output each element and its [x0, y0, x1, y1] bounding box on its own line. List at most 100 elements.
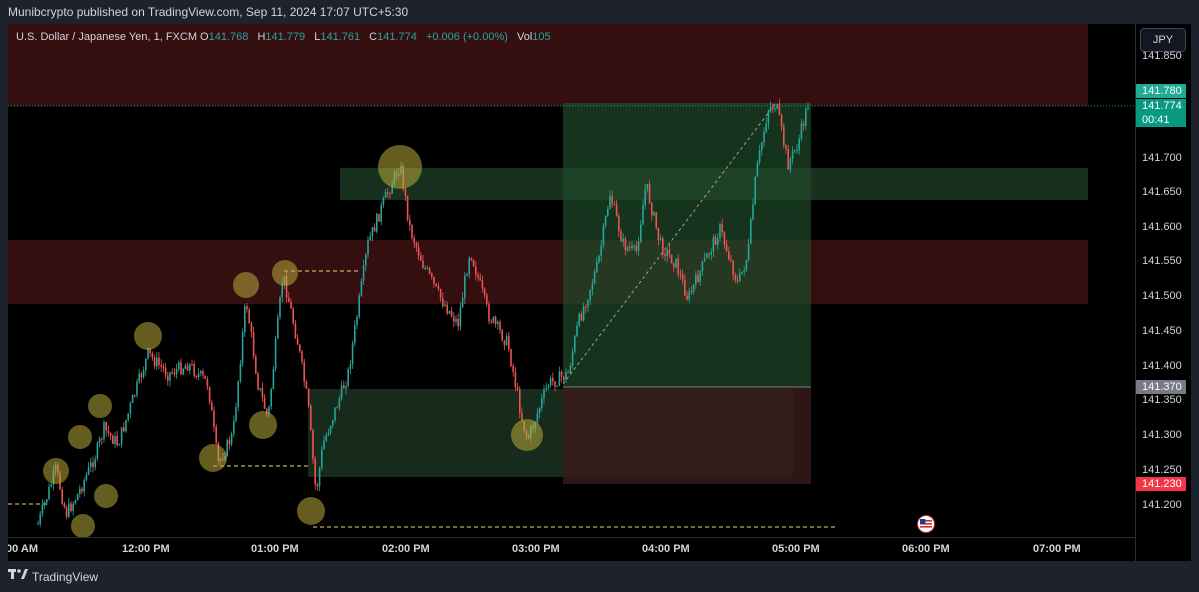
- candle-body: [41, 504, 44, 514]
- candle-body: [461, 298, 464, 308]
- candle-body: [329, 425, 332, 433]
- candle-body: [257, 373, 259, 390]
- candle-body: [312, 430, 314, 460]
- candle-body: [644, 189, 646, 206]
- candle-body: [178, 362, 180, 369]
- candle-body: [712, 237, 715, 252]
- candle-body: [618, 216, 620, 232]
- candle-body: [761, 142, 763, 151]
- candle-body: [426, 267, 429, 269]
- candle-body: [789, 158, 792, 170]
- candle-body: [173, 372, 176, 375]
- candle-body: [576, 325, 578, 337]
- candle-body: [699, 271, 701, 283]
- candle-body: [332, 420, 334, 426]
- candle-body: [631, 245, 633, 249]
- candle-body: [756, 162, 759, 177]
- candle-body: [404, 188, 407, 196]
- candle-body: [90, 462, 92, 467]
- candle-body: [752, 204, 754, 220]
- candle-body: [483, 288, 486, 295]
- chart-pane[interactable]: U.S. Dollar / Japanese Yen, 1, FXCM O141…: [8, 24, 1191, 561]
- pivot-marker: [378, 145, 422, 189]
- candle-body: [261, 388, 264, 398]
- candle-body: [288, 297, 290, 303]
- candle-body: [477, 274, 479, 278]
- candle-body: [413, 238, 415, 244]
- candle-body: [490, 321, 492, 323]
- candle-body: [545, 387, 547, 390]
- candle-body: [151, 353, 154, 358]
- candle-body: [184, 365, 187, 369]
- candle-body: [668, 249, 671, 255]
- candle-body: [732, 260, 734, 276]
- candle-body: [659, 238, 662, 240]
- candle-body: [558, 371, 561, 387]
- legend-close-value: 141.774: [377, 31, 417, 43]
- price-axis[interactable]: JPY 141.850 141.700 141.650 141.600 141.…: [1135, 24, 1191, 561]
- candle-body: [406, 195, 409, 220]
- pivot-marker: [272, 260, 298, 286]
- candle-body: [349, 364, 352, 369]
- candle-body: [182, 368, 184, 375]
- candle-body: [46, 499, 48, 503]
- candle-body: [747, 243, 750, 261]
- bar-countdown: 00:41: [1142, 114, 1170, 126]
- candle-body: [380, 204, 382, 222]
- candle-body: [703, 258, 706, 262]
- tradingview-brand[interactable]: TradingView: [8, 569, 98, 584]
- price-tick: 141.650: [1142, 186, 1182, 198]
- candle-body: [497, 321, 499, 324]
- candle-body: [92, 462, 94, 468]
- time-axis[interactable]: 00 AM 12:00 PM 01:00 PM 02:00 PM 03:00 P…: [8, 537, 1135, 561]
- candle-body: [453, 316, 455, 322]
- candle-body: [615, 204, 618, 217]
- candle-body: [653, 212, 655, 216]
- candle-body: [670, 254, 673, 264]
- candle-body: [68, 503, 70, 517]
- candle-body: [125, 419, 127, 432]
- candle-body: [750, 219, 752, 244]
- candle-body: [252, 332, 255, 357]
- candle-body: [439, 288, 442, 299]
- candle-body: [435, 283, 437, 286]
- candle-body: [664, 254, 666, 256]
- pivot-marker: [88, 394, 112, 418]
- candle-body: [101, 438, 103, 440]
- candle-body: [123, 427, 125, 432]
- candle-body: [505, 335, 508, 346]
- candle-body: [607, 209, 609, 217]
- candle-body: [578, 313, 580, 326]
- candle-body: [798, 138, 800, 150]
- candle-body: [468, 258, 470, 275]
- candle-body: [805, 109, 807, 126]
- legend-close-label: C: [369, 31, 378, 43]
- candle-body: [604, 216, 607, 226]
- candle-body: [373, 227, 376, 232]
- candle-body: [65, 507, 68, 517]
- candle-body: [571, 351, 574, 366]
- candle-body: [336, 407, 338, 409]
- candle-body: [508, 335, 510, 350]
- candle-body: [488, 304, 490, 322]
- candle-body: [362, 265, 365, 282]
- candle-body: [673, 263, 675, 268]
- tv-logo-icon: [8, 569, 28, 584]
- us-flag-event-icon[interactable]: [917, 515, 935, 533]
- legend-open-label: O: [200, 31, 209, 43]
- candle-body: [96, 442, 99, 460]
- candle-body: [422, 260, 424, 269]
- candle-body: [83, 480, 85, 492]
- price-tick: 141.550: [1142, 255, 1182, 267]
- candle-body: [677, 258, 679, 275]
- candle-body: [305, 381, 308, 389]
- chart-canvas[interactable]: [8, 24, 1135, 537]
- candle-body: [787, 148, 789, 170]
- candle-body: [486, 294, 488, 305]
- candle-body: [213, 410, 215, 427]
- currency-button[interactable]: JPY: [1140, 28, 1186, 52]
- candle-body: [301, 351, 303, 362]
- time-tick: 03:00 PM: [512, 543, 560, 555]
- pivot-marker: [94, 484, 118, 508]
- candle-body: [807, 107, 809, 110]
